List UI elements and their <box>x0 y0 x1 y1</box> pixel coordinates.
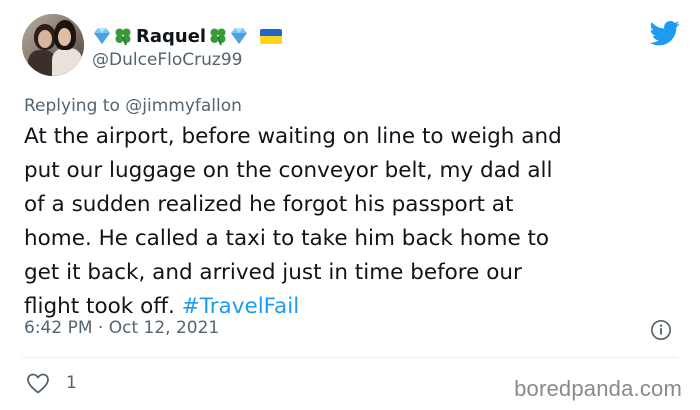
author-handle[interactable]: @DulceFloCruz99 <box>92 50 282 70</box>
tweet-line: At the airport, before waiting on line t… <box>24 124 562 149</box>
ukraine-flag-icon <box>260 28 283 44</box>
like-count: 1 <box>66 373 77 393</box>
four-leaf-clover-icon <box>113 26 133 46</box>
four-leaf-clover-icon <box>208 26 228 46</box>
tweet-timestamp[interactable]: 6:42 PM · Oct 12, 2021 <box>24 318 219 338</box>
twitter-bird-icon[interactable] <box>648 18 682 48</box>
gem-icon <box>229 26 249 46</box>
replying-to-label: Replying to <box>24 96 120 116</box>
tweet-line: home. He called a taxi to take him back … <box>24 226 550 251</box>
meta-separator: · <box>97 318 104 338</box>
watermark: boredpanda.com <box>514 376 682 401</box>
gem-icon <box>92 26 112 46</box>
tweet-line: put our luggage on the conveyor belt, my… <box>24 158 553 183</box>
tweet-body: At the airport, before waiting on line t… <box>24 120 684 324</box>
tweet-time: 6:42 PM <box>24 318 93 338</box>
info-icon[interactable] <box>650 319 672 341</box>
display-name: Raquel <box>136 25 207 47</box>
display-name-row[interactable]: Raquel <box>92 24 283 48</box>
tweet-line-text: flight took off. <box>24 294 175 319</box>
replying-to: Replying to @jimmyfallon <box>24 96 242 116</box>
divider <box>22 357 678 358</box>
tweet-header: Raquel @DulceFloCruz99 <box>22 14 682 80</box>
author-block: Raquel @DulceFloCruz99 <box>92 24 283 70</box>
hashtag-link[interactable]: #TravelFail <box>182 294 299 319</box>
avatar[interactable] <box>22 14 84 76</box>
like-button[interactable]: 1 <box>26 372 77 394</box>
tweet-date: Oct 12, 2021 <box>108 318 220 338</box>
tweet-line: of a sudden realized he forgot his passp… <box>24 192 514 217</box>
tweet-line: get it back, and arrived just in time be… <box>24 260 522 285</box>
reply-mention-link[interactable]: @jimmyfallon <box>125 96 242 116</box>
heart-icon[interactable] <box>26 372 50 394</box>
